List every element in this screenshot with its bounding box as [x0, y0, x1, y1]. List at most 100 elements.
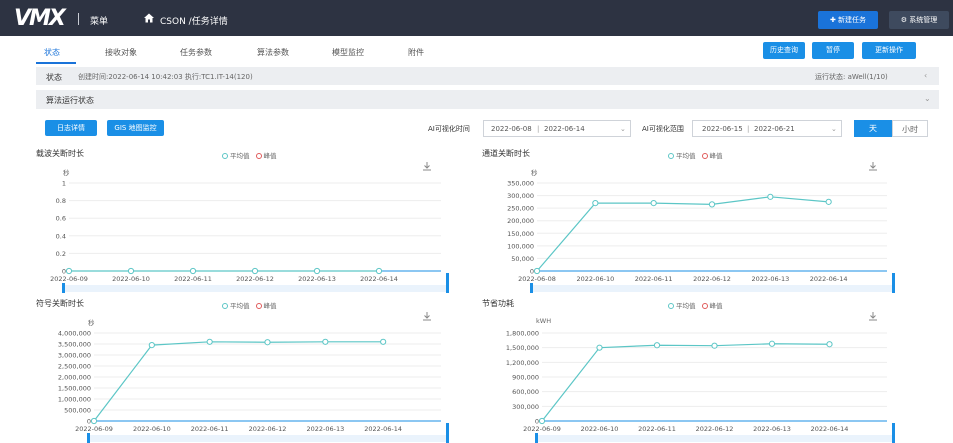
- data-point[interactable]: [127, 267, 135, 275]
- data-point[interactable]: [708, 201, 716, 208]
- granularity-hour-button[interactable]: 小时: [892, 120, 928, 137]
- x-tick-label: 2022-06-10: [581, 425, 619, 433]
- date-range-2[interactable]: 2022-06-15 | 2022-06-21 ⌄: [692, 120, 842, 137]
- tab-algorithm-params[interactable]: 算法参数: [257, 47, 289, 58]
- system-management-button[interactable]: ⚙ 系统管理: [889, 11, 949, 29]
- data-point[interactable]: [251, 267, 259, 275]
- data-point[interactable]: [65, 267, 73, 275]
- line-chart: 350,000 300,000 250,000 200,000 150,000 100,0…: [507, 180, 895, 293]
- data-point[interactable]: [533, 267, 541, 275]
- data-point[interactable]: [206, 338, 213, 345]
- zoom-slider[interactable]: [532, 285, 894, 292]
- chart-panel-1: 载波关断时长 平均值 峰值秒 1 0.8 0.6 0.4 0.2 0 2022-06-09 2022…: [36, 148, 496, 293]
- range2-start[interactable]: 2022-06-15: [702, 125, 743, 133]
- x-tick-label: 2022-06-10: [576, 275, 614, 283]
- chevron-down-icon[interactable]: ⌄: [831, 125, 837, 133]
- zoom-slider[interactable]: [64, 285, 448, 292]
- x-tick-label: 2022-06-14: [360, 275, 398, 283]
- x-tick-label: 2022-06-14: [364, 425, 402, 433]
- y-tick-label: 1,200,000: [506, 359, 539, 367]
- menu-toggle[interactable]: 菜单: [90, 14, 108, 27]
- data-point[interactable]: [538, 417, 546, 425]
- data-point[interactable]: [189, 267, 197, 275]
- tab-status[interactable]: 状态: [44, 47, 60, 58]
- x-tick-label: 2022-06-09: [523, 425, 561, 433]
- zoom-handle-right[interactable]: [892, 273, 895, 293]
- x-tick-label: 2022-06-11: [635, 275, 673, 283]
- x-tick-label: 2022-06-13: [751, 275, 789, 283]
- chevron-down-icon[interactable]: ⌄: [620, 125, 626, 133]
- update-operation-button[interactable]: 更新操作: [862, 42, 916, 59]
- zoom-handle-left[interactable]: [87, 433, 90, 443]
- data-point[interactable]: [825, 198, 832, 205]
- date-range-1[interactable]: 2022-06-08 | 2022-06-14 ⌄: [483, 120, 631, 137]
- y-tick-label: 2,500,000: [58, 363, 91, 371]
- data-point[interactable]: [375, 267, 383, 275]
- tab-bar: 状态 接收对象 任务参数 算法参数 模型监控 附件: [0, 36, 953, 66]
- zoom-handle-left[interactable]: [530, 283, 533, 293]
- data-point[interactable]: [767, 193, 774, 200]
- tab-attachments[interactable]: 附件: [408, 47, 424, 58]
- tab-receive-objects[interactable]: 接收对象: [105, 47, 137, 58]
- app-logo[interactable]: VMX: [14, 6, 66, 31]
- y-tick-label: 4,000,000: [58, 330, 91, 338]
- range1-start[interactable]: 2022-06-08: [491, 125, 532, 133]
- y-tick-label: 1,800,000: [506, 330, 539, 338]
- pause-button[interactable]: 暂停: [812, 42, 854, 59]
- run-status: 运行状态: aWell(1/10): [815, 73, 888, 81]
- data-point[interactable]: [592, 200, 599, 207]
- x-tick-label: 2022-06-14: [811, 425, 849, 433]
- data-point[interactable]: [596, 344, 603, 351]
- y-tick-label: 350,000: [507, 180, 534, 188]
- data-point[interactable]: [653, 342, 661, 349]
- data-point[interactable]: [768, 340, 776, 347]
- range2-separator: |: [747, 125, 750, 133]
- log-details-button[interactable]: 日志详情: [45, 120, 97, 136]
- data-point[interactable]: [826, 341, 833, 348]
- zoom-slider[interactable]: [89, 435, 448, 442]
- granularity-day-button[interactable]: 天: [854, 120, 892, 137]
- home-icon[interactable]: [143, 12, 155, 24]
- data-point[interactable]: [380, 338, 387, 345]
- section-header[interactable]: 算法运行状态 ⌄: [36, 90, 939, 109]
- range2-end[interactable]: 2022-06-21: [754, 125, 795, 133]
- chevron-left-icon[interactable]: ‹: [924, 71, 927, 80]
- data-point[interactable]: [90, 417, 98, 425]
- zoom-handle-right[interactable]: [892, 423, 895, 443]
- data-point[interactable]: [264, 339, 271, 346]
- y-tick-label: 900,000: [512, 374, 539, 382]
- gis-map-button[interactable]: GIS 地图监控: [107, 120, 164, 136]
- x-tick-label: 2022-06-13: [306, 425, 344, 433]
- new-task-button[interactable]: ✚ 新建任务: [818, 11, 878, 29]
- zoom-handle-right[interactable]: [446, 273, 449, 293]
- top-navigation-bar: VMX 菜单 CSON /任务详情 ✚ 新建任务 ⚙ 系统管理: [0, 0, 953, 36]
- zoom-handle-left[interactable]: [62, 283, 65, 293]
- x-tick-label: 2022-06-12: [693, 275, 731, 283]
- zoom-handle-right[interactable]: [446, 423, 449, 443]
- data-point[interactable]: [322, 338, 329, 345]
- logo-divider: [78, 13, 79, 25]
- y-tick-label: 3,500,000: [58, 341, 91, 349]
- data-point[interactable]: [313, 267, 321, 275]
- chevron-down-icon[interactable]: ⌄: [924, 94, 931, 103]
- x-tick-label: 2022-06-08: [518, 275, 556, 283]
- y-tick-label: 300,000: [507, 192, 534, 200]
- history-query-button[interactable]: 历史查询: [763, 42, 805, 59]
- x-tick-label: 2022-06-12: [696, 425, 734, 433]
- tab-task-params[interactable]: 任务参数: [180, 47, 212, 58]
- data-point[interactable]: [711, 342, 718, 349]
- y-tick-label: 600,000: [512, 388, 539, 396]
- status-bar: 状态 创建时间:2022-06-14 10:42:03 执行:TC1.IT-14…: [36, 67, 939, 85]
- status-info: 创建时间:2022-06-14 10:42:03 执行:TC1.IT-14(12…: [78, 73, 253, 81]
- data-point[interactable]: [148, 342, 155, 349]
- tab-model-monitor[interactable]: 模型监控: [332, 47, 364, 58]
- series-line: [541, 343, 830, 422]
- data-point[interactable]: [650, 200, 657, 207]
- zoom-handle-left[interactable]: [535, 433, 538, 443]
- y-tick-label: 200,000: [507, 217, 534, 225]
- x-tick-label: 2022-06-12: [249, 425, 287, 433]
- range1-end[interactable]: 2022-06-14: [544, 125, 585, 133]
- y-tick-label: 250,000: [507, 205, 534, 213]
- y-tick-label: 100,000: [507, 242, 534, 250]
- zoom-slider[interactable]: [537, 435, 894, 442]
